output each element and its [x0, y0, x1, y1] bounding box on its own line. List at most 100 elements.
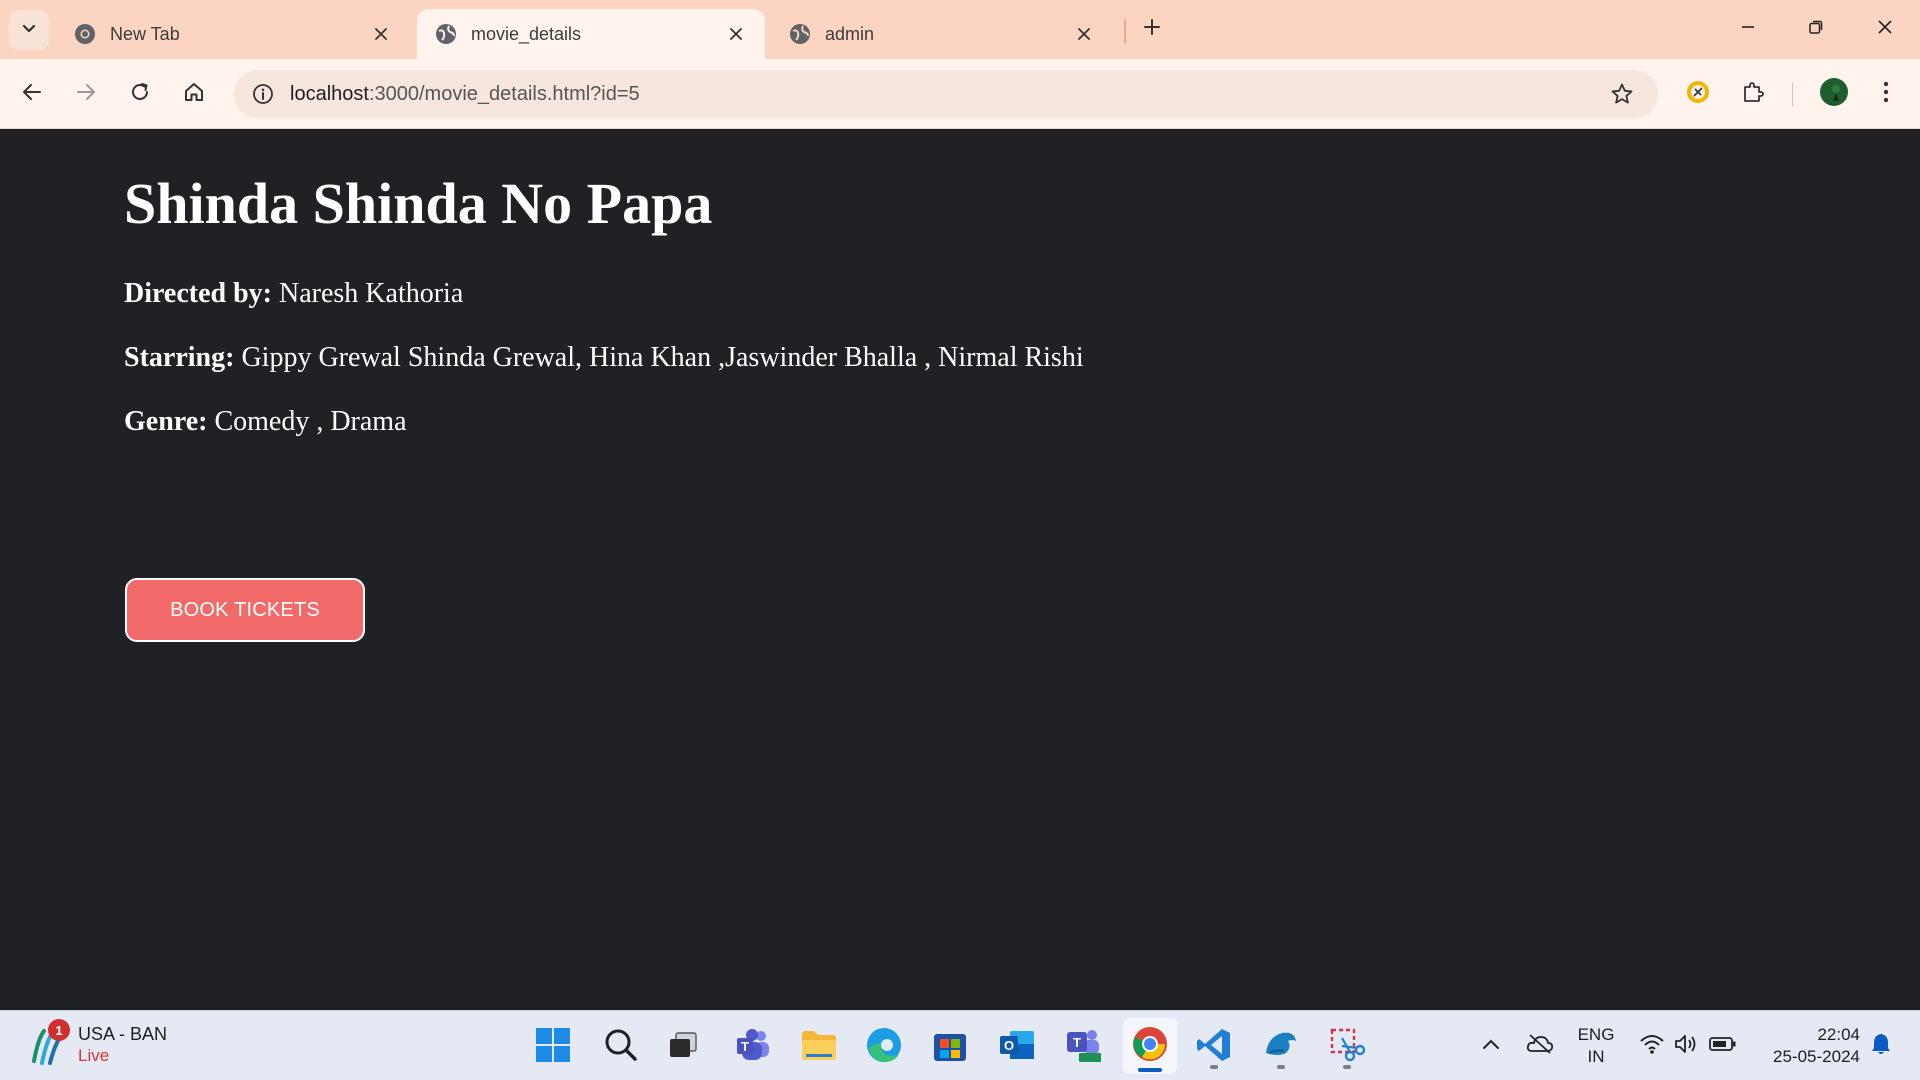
windows-icon [535, 1027, 571, 1068]
restore-button[interactable] [1793, 10, 1839, 48]
bookmark-star-icon[interactable] [1608, 80, 1636, 108]
chevron-down-icon [21, 20, 37, 41]
snipping-tool-app[interactable] [1323, 1023, 1371, 1071]
svg-text:T: T [741, 1039, 749, 1054]
svg-text:T: T [1073, 1035, 1081, 1050]
onedrive-button[interactable] [1522, 1011, 1558, 1080]
search-button[interactable] [597, 1023, 645, 1071]
home-button[interactable] [175, 75, 213, 113]
starring-label: Starring: [124, 342, 235, 373]
url-text: localhost:3000/movie_details.html?id=5 [290, 83, 640, 106]
reload-icon [129, 81, 151, 108]
director-line: Directed by: Naresh Kathoria [124, 278, 463, 310]
browser-toolbar: localhost:3000/movie_details.html?id=5 [0, 59, 1920, 129]
director-label: Directed by: [124, 278, 272, 309]
toolbar-divider [1792, 83, 1793, 107]
close-tab-icon[interactable] [1073, 23, 1095, 45]
running-indicator [1210, 1065, 1218, 1069]
restore-icon [1808, 19, 1824, 40]
genre-value: Comedy , Drama [214, 406, 407, 437]
genre-label: Genre: [124, 406, 208, 437]
tab-new-tab[interactable]: New Tab [56, 9, 410, 59]
tab-admin[interactable]: admin [771, 9, 1113, 59]
sports-widget[interactable]: 1 USA - BAN Live [28, 1019, 167, 1069]
extensions-menu-button[interactable] [1734, 75, 1772, 113]
chrome-icon [74, 23, 96, 45]
page-content: Shinda Shinda No Papa Directed by: Nares… [0, 130, 1920, 1010]
starring-value: Gippy Grewal Shinda Grewal, Hina Khan ,J… [241, 342, 1084, 373]
cloud-offline-icon [1526, 1033, 1554, 1060]
teams-new-icon: T [1064, 1027, 1102, 1068]
file-explorer-app[interactable] [795, 1023, 843, 1071]
close-window-button[interactable] [1862, 10, 1908, 48]
mysql-workbench-app[interactable] [1257, 1023, 1305, 1071]
clock[interactable]: 22:04 25-05-2024 [1756, 1011, 1860, 1080]
address-bar[interactable]: localhost:3000/movie_details.html?id=5 [234, 70, 1658, 118]
book-tickets-button[interactable]: BOOK TICKETS [125, 578, 365, 642]
director-value: Naresh Kathoria [279, 278, 464, 309]
dolphin-icon [1262, 1027, 1300, 1068]
teams-app[interactable]: T [729, 1023, 777, 1071]
region-code: IN [1587, 1047, 1605, 1066]
clock-time: 22:04 [1817, 1025, 1860, 1044]
tab-strip: New Tab movie_details admin [0, 0, 1920, 59]
arrow-right-icon [75, 81, 97, 108]
starring-line: Starring: Gippy Grewal Shinda Grewal, Hi… [124, 342, 1084, 374]
arrow-left-icon [21, 81, 43, 108]
teams-new-app[interactable]: T [1059, 1023, 1107, 1071]
edge-app[interactable] [860, 1023, 908, 1071]
tab-search-button[interactable] [9, 10, 49, 50]
movie-title: Shinda Shinda No Papa [124, 171, 713, 236]
outlook-app[interactable]: O [993, 1023, 1041, 1071]
globe-icon [789, 23, 811, 45]
clock-date: 25-05-2024 [1773, 1047, 1860, 1066]
close-tab-icon[interactable] [370, 23, 392, 45]
menu-button[interactable] [1867, 75, 1905, 113]
notifications-button[interactable] [1866, 1011, 1896, 1080]
vscode-app[interactable] [1190, 1023, 1238, 1071]
forward-button[interactable] [67, 75, 105, 113]
tab-title: New Tab [110, 23, 180, 44]
vscode-icon [1195, 1026, 1233, 1069]
globe-icon [435, 23, 457, 45]
chrome-icon [1131, 1025, 1169, 1068]
start-button[interactable] [529, 1023, 577, 1071]
task-view-icon [667, 1029, 699, 1066]
close-icon [1877, 19, 1893, 40]
close-tab-icon[interactable] [725, 23, 747, 45]
show-hidden-icons-button[interactable] [1476, 1011, 1506, 1080]
running-indicator [1277, 1065, 1285, 1069]
back-button[interactable] [13, 75, 51, 113]
battery-button[interactable] [1707, 1011, 1739, 1080]
taskbar: 1 USA - BAN Live T O T ENG IN 22:04 25-0… [0, 1010, 1920, 1080]
speaker-icon [1673, 1033, 1699, 1060]
extension-button[interactable] [1679, 75, 1717, 113]
url-host: localhost [290, 83, 369, 105]
tab-movie-details[interactable]: movie_details [417, 9, 765, 59]
active-indicator [1138, 1068, 1162, 1072]
network-button[interactable] [1637, 1011, 1667, 1080]
cricket-icon: 1 [28, 1019, 70, 1069]
tab-title: movie_details [471, 23, 582, 44]
genre-line: Genre: Comedy , Drama [124, 406, 407, 438]
task-view-button[interactable] [659, 1023, 707, 1071]
volume-button[interactable] [1671, 1011, 1701, 1080]
edge-icon [865, 1026, 903, 1069]
avatar [1819, 77, 1849, 112]
scissors-icon [1328, 1026, 1366, 1069]
chevron-up-icon [1482, 1037, 1500, 1055]
search-icon [604, 1028, 638, 1067]
bell-icon [1870, 1032, 1892, 1061]
new-tab-button[interactable] [1136, 13, 1168, 45]
site-info-icon[interactable] [248, 79, 278, 109]
url-path: :3000/movie_details.html?id=5 [368, 83, 640, 105]
outlook-icon: O [998, 1027, 1036, 1068]
store-app[interactable] [926, 1023, 974, 1071]
chrome-app[interactable] [1123, 1018, 1177, 1074]
minimize-button[interactable] [1725, 10, 1771, 48]
extension-badge-icon [1685, 79, 1711, 110]
reload-button[interactable] [121, 75, 159, 113]
profile-button[interactable] [1815, 75, 1853, 113]
store-icon [932, 1027, 968, 1068]
language-indicator[interactable]: ENG IN [1572, 1011, 1620, 1080]
